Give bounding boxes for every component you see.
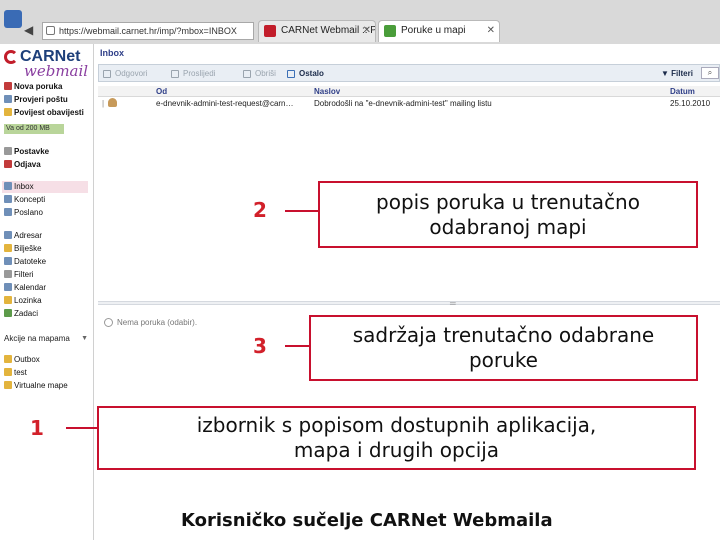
annotation-number-2: 2: [253, 198, 267, 222]
annotation-text: sadržaja trenutačno odabrane poruke: [352, 323, 655, 372]
annotation-sidebar-menu: izbornik s popisom dostupnih aplikacija,…: [97, 406, 696, 470]
annotation-number-3: 3: [253, 334, 267, 358]
annotation-message-list: popis poruka u trenutačno odabranoj mapi: [318, 181, 698, 248]
slide-caption: Korisničko sučelje CARNet Webmaila: [181, 510, 553, 531]
annotation-text: popis poruka u trenutačno odabranoj mapi: [376, 189, 640, 239]
annotation-number-1: 1: [30, 416, 44, 440]
annotation-text: izbornik s popisom dostupnih aplikacija,…: [196, 413, 597, 462]
annotation-preview-pane: sadržaja trenutačno odabrane poruke: [309, 315, 698, 381]
